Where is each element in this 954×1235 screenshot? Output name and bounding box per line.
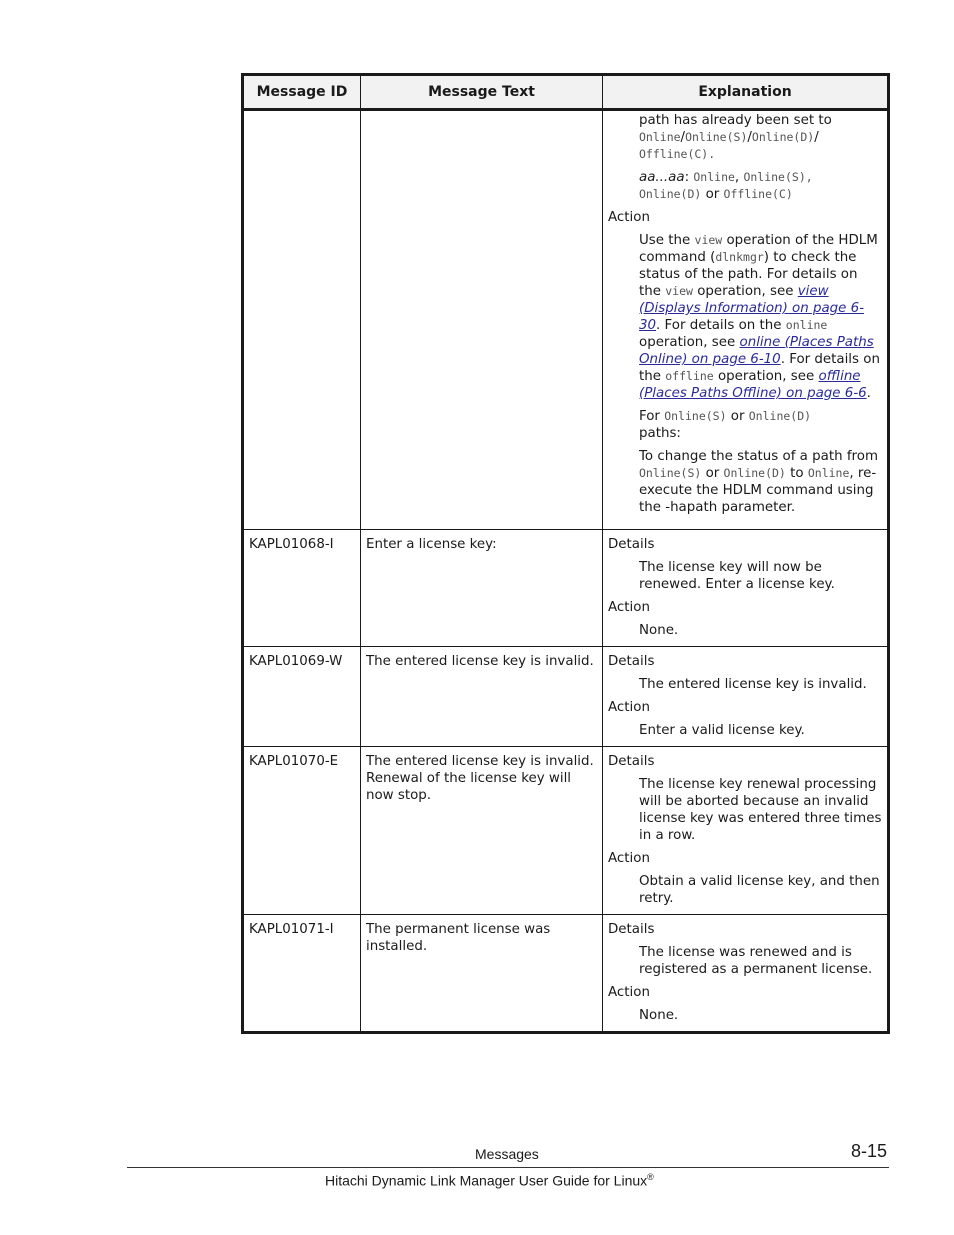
- details-label: Details: [608, 537, 655, 552]
- cell-message-text: The entered license key is invalid.: [360, 646, 603, 747]
- table-row: KAPL01070-E The entered license key is i…: [244, 746, 887, 915]
- cell-message-id: KAPL01068-I: [244, 529, 361, 647]
- variable-paragraph: aa...aa: Online, Online(S), Online(D) or…: [639, 170, 813, 202]
- details-text: The license was renewed and is registere…: [639, 945, 873, 977]
- table-row: KAPL01071-I The permanent license was in…: [244, 914, 887, 1031]
- action-label: Action: [608, 851, 650, 866]
- header-message-text: Message Text: [360, 76, 603, 111]
- header-message-id: Message ID: [244, 76, 361, 111]
- details-label: Details: [608, 654, 655, 669]
- page-number: 8-15: [851, 1141, 888, 1161]
- footer-section-title: Messages: [475, 1146, 539, 1162]
- details-text: The entered license key is invalid.: [639, 677, 867, 692]
- cell-message-text: The permanent license was installed.: [360, 914, 603, 1031]
- cell-message-id: KAPL01070-E: [244, 746, 361, 915]
- registered-mark: ®: [647, 1172, 654, 1182]
- for-paths-paragraph: For Online(S) or Online(D) paths:: [639, 409, 812, 441]
- book-title: Hitachi Dynamic Link Manager User Guide …: [325, 1172, 654, 1189]
- cell-id: [244, 109, 361, 530]
- continued-paragraph: path has already been set to Online/Onli…: [639, 113, 832, 161]
- action-text: None.: [639, 1008, 679, 1023]
- action-paragraph: Use the view operation of the HDLM comma…: [639, 233, 880, 401]
- details-text: The license key renewal processing will …: [639, 777, 882, 843]
- table-row: KAPL01069-W The entered license key is i…: [244, 646, 887, 747]
- header-explanation: Explanation: [602, 76, 887, 111]
- action-text: Obtain a valid license key, and then ret…: [639, 874, 880, 906]
- cell-explanation: Details The license key renewal processi…: [602, 746, 887, 915]
- table-header-row: Message ID Message Text Explanation: [244, 76, 887, 111]
- cell-message-text: Enter a license key:: [360, 529, 603, 647]
- action-text: None.: [639, 623, 679, 638]
- cell-explanation: Details The license key will now be rene…: [602, 529, 887, 647]
- action-label: Action: [608, 700, 650, 715]
- cell-message-id: KAPL01069-W: [244, 646, 361, 747]
- table-row-continued: path has already been set to Online/Onli…: [244, 109, 888, 530]
- action-label: Action: [608, 600, 650, 615]
- table-row: KAPL01068-I Enter a license key: Details…: [244, 529, 887, 647]
- action-label: Action: [608, 210, 650, 225]
- details-label: Details: [608, 922, 655, 937]
- details-label: Details: [608, 754, 655, 769]
- change-status-paragraph: To change the status of a path from Onli…: [639, 449, 879, 515]
- details-text: The license key will now be renewed. Ent…: [639, 560, 835, 592]
- cell-message-id: KAPL01071-I: [244, 914, 361, 1031]
- cell-explanation: Details The entered license key is inval…: [602, 646, 887, 747]
- cell-message-text: The entered license key is invalid. Rene…: [360, 746, 603, 915]
- footer-divider: [127, 1167, 889, 1168]
- action-text: Enter a valid license key.: [639, 723, 805, 738]
- action-label: Action: [608, 985, 650, 1000]
- cell-explanation: path has already been set to Online/Onli…: [603, 110, 888, 530]
- cell-explanation: Details The license was renewed and is r…: [602, 914, 887, 1031]
- cell-text: [360, 109, 603, 530]
- messages-table: Message ID Message Text Explanation path…: [241, 73, 890, 1034]
